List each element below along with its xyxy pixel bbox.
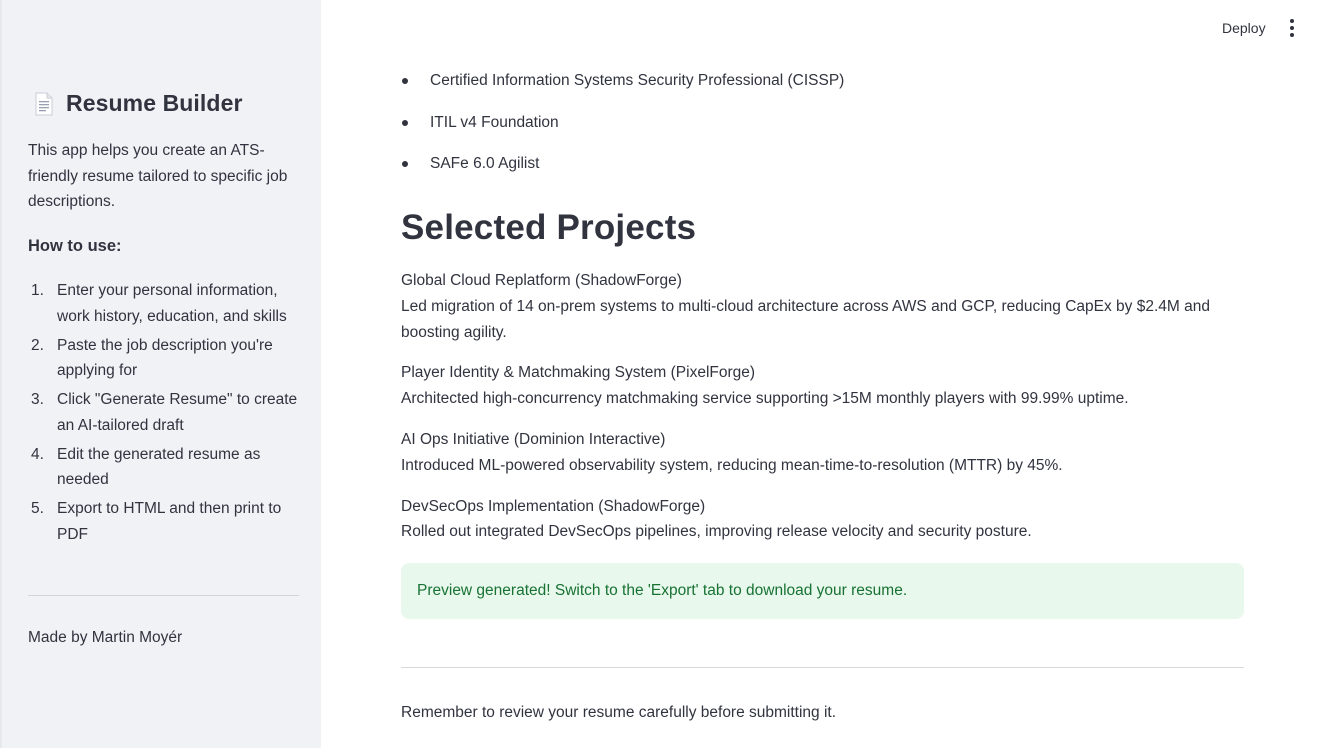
list-item: 5. Export to HTML and then print to PDF	[31, 500, 282, 543]
projects-list: Global Cloud Replatform (ShadowForge) Le…	[401, 268, 1244, 560]
certifications-list: Certified Information Systems Security P…	[401, 68, 1244, 193]
project-name: DevSecOps Implementation (ShadowForge)	[401, 497, 706, 515]
how-to-heading: How to use:	[28, 237, 122, 255]
project-item: AI Ops Initiative (Dominion Interactive)…	[401, 427, 1244, 479]
deploy-button[interactable]: Deploy	[1212, 14, 1276, 42]
list-item: 4. Edit the generated resume as needed	[31, 445, 261, 489]
sidebar-divider	[28, 595, 299, 596]
project-name: AI Ops Initiative (Dominion Interactive)	[401, 430, 666, 448]
project-item: DevSecOps Implementation (ShadowForge) R…	[401, 494, 1244, 546]
project-description: Introduced ML-powered observability syst…	[401, 456, 1063, 474]
project-description: Architected high-concurrency matchmaking…	[401, 390, 1129, 408]
list-item: Certified Information Systems Security P…	[401, 68, 1244, 93]
section-title: Selected Projects	[401, 208, 697, 247]
list-item: 2. Paste the job description you're apply…	[31, 336, 273, 380]
sidebar-footer: Made by Martin Moyér	[28, 629, 183, 646]
reminder-text: Remember to review your resume carefully…	[401, 704, 837, 721]
app-description: This app helps you create an ATS-friendl…	[28, 142, 288, 210]
project-name: Player Identity & Matchmaking System (Pi…	[401, 364, 756, 382]
sidebar: Resume Builder This app helps you create…	[0, 0, 321, 748]
app-title: Resume Builder	[66, 90, 243, 116]
document-icon	[34, 92, 54, 116]
more-vertical-icon[interactable]	[1282, 16, 1302, 40]
list-item: 1. Enter your personal information, work …	[31, 282, 287, 325]
list-item: 3. Click "Generate Resume" to create an A…	[31, 391, 298, 434]
project-description: Rolled out integrated DevSecOps pipeline…	[401, 523, 1032, 541]
success-alert: Preview generated! Switch to the 'Export…	[401, 563, 1244, 619]
project-description: Led migration of 14 on-prem systems to m…	[401, 297, 1210, 341]
main-divider	[401, 667, 1244, 668]
list-item: SAFe 6.0 Agilist	[401, 151, 1244, 176]
project-name: Global Cloud Replatform (ShadowForge)	[401, 272, 682, 289]
project-item: Global Cloud Replatform (ShadowForge) Le…	[401, 268, 1244, 345]
list-item: ITIL v4 Foundation	[401, 110, 1244, 135]
sidebar-header: Resume Builder	[28, 90, 243, 117]
project-item: Player Identity & Matchmaking System (Pi…	[401, 360, 1244, 412]
how-to-steps: 1. Enter your personal information, work …	[28, 278, 298, 551]
